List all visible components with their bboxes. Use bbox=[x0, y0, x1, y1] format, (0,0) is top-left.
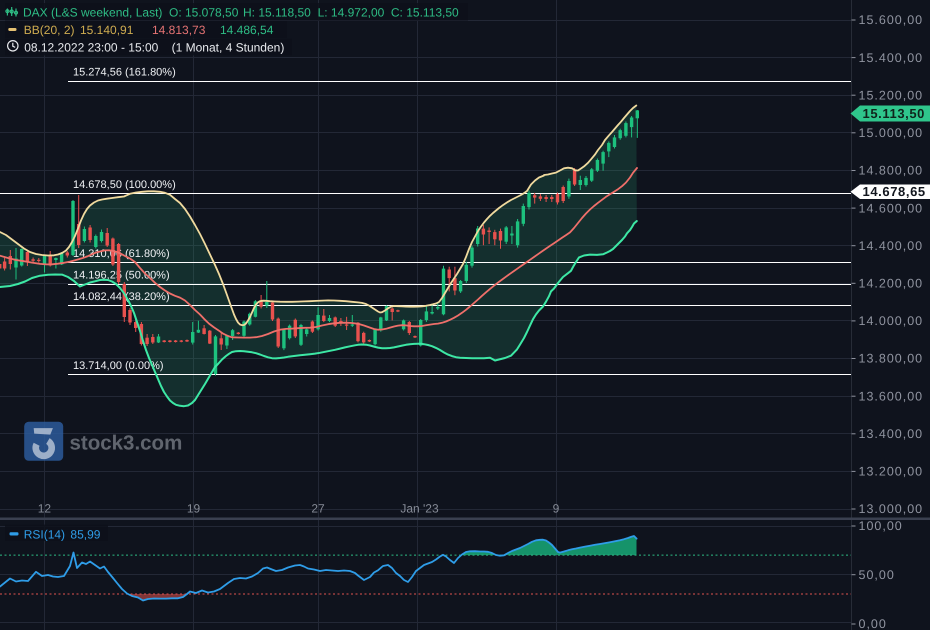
svg-text:15.200,00: 15.200,00 bbox=[859, 88, 924, 102]
svg-text:13.600,00: 13.600,00 bbox=[859, 389, 924, 403]
svg-text:14.800,00: 14.800,00 bbox=[859, 164, 924, 178]
svg-text:BB(20, 2): BB(20, 2) bbox=[24, 23, 75, 37]
svg-text:14.678,65: 14.678,65 bbox=[863, 184, 926, 199]
svg-text:50,00: 50,00 bbox=[859, 568, 895, 582]
svg-text:14.196,25 (50.00%): 14.196,25 (50.00%) bbox=[73, 270, 170, 282]
svg-text:85,99: 85,99 bbox=[70, 528, 100, 542]
svg-text:12: 12 bbox=[38, 502, 52, 516]
svg-text:100,00: 100,00 bbox=[859, 519, 903, 533]
svg-text:0,00: 0,00 bbox=[859, 617, 887, 630]
svg-text:14.486,54: 14.486,54 bbox=[220, 23, 274, 37]
svg-text:13.400,00: 13.400,00 bbox=[859, 427, 924, 441]
svg-text:stock3.com: stock3.com bbox=[70, 432, 183, 455]
svg-text:19: 19 bbox=[187, 502, 201, 516]
svg-text:(1 Monat, 4 Stunden): (1 Monat, 4 Stunden) bbox=[172, 41, 285, 55]
svg-text:O: 15.078,50: O: 15.078,50 bbox=[169, 6, 239, 20]
svg-text:15.000,00: 15.000,00 bbox=[859, 126, 924, 140]
svg-text:14.600,00: 14.600,00 bbox=[859, 201, 924, 215]
svg-text:08.12.2022 23:00 - 15:00: 08.12.2022 23:00 - 15:00 bbox=[24, 41, 158, 55]
svg-text:15.274,56 (161.80%): 15.274,56 (161.80%) bbox=[73, 67, 176, 79]
svg-text:14.082,44 (38.20%): 14.082,44 (38.20%) bbox=[73, 291, 170, 303]
svg-text:L: 14.972,00: L: 14.972,00 bbox=[318, 6, 385, 20]
svg-text:DAX (L&S weekend, Last): DAX (L&S weekend, Last) bbox=[23, 6, 162, 20]
svg-text:13.200,00: 13.200,00 bbox=[859, 465, 924, 479]
svg-text:15.600,00: 15.600,00 bbox=[859, 13, 924, 27]
svg-text:14.813,73: 14.813,73 bbox=[152, 23, 206, 37]
svg-text:14.200,00: 14.200,00 bbox=[859, 277, 924, 291]
svg-text:15.113,50: 15.113,50 bbox=[863, 106, 926, 121]
svg-text:9: 9 bbox=[553, 502, 560, 516]
svg-text:14.400,00: 14.400,00 bbox=[859, 239, 924, 253]
svg-text:13.800,00: 13.800,00 bbox=[859, 352, 924, 366]
svg-text:C: 15.113,50: C: 15.113,50 bbox=[391, 6, 459, 20]
svg-text:15.140,91: 15.140,91 bbox=[80, 23, 134, 37]
svg-text:H: 15.118,50: H: 15.118,50 bbox=[243, 6, 311, 20]
svg-text:14.000,00: 14.000,00 bbox=[859, 314, 924, 328]
svg-text:Jan '23: Jan '23 bbox=[400, 502, 439, 516]
svg-text:15.400,00: 15.400,00 bbox=[859, 51, 924, 65]
svg-text:27: 27 bbox=[311, 502, 325, 516]
svg-text:14.678,50 (100.00%): 14.678,50 (100.00%) bbox=[73, 179, 176, 191]
svg-text:RSI(14): RSI(14) bbox=[24, 528, 65, 542]
svg-text:13.000,00: 13.000,00 bbox=[859, 502, 924, 516]
